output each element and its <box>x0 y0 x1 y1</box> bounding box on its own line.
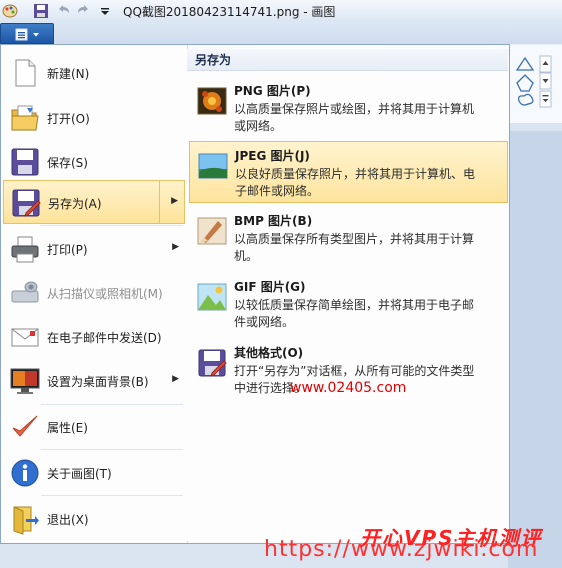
format-name: GIF 图片(G) <box>234 280 306 294</box>
open-folder-icon <box>11 105 39 131</box>
menu-separator <box>41 449 183 450</box>
format-name: 其他格式(O) <box>234 346 304 360</box>
menu-item-print[interactable]: 打印(P) ▶ <box>3 227 185 271</box>
menu-item-label: 退出(X) <box>47 513 89 527</box>
menu-item-label: 另存为(A) <box>48 197 102 211</box>
quick-save-icon[interactable] <box>33 3 49 19</box>
save-as-icon <box>12 189 41 217</box>
format-description: 以良好质量保存照片，并将其用于计算机、电子邮件或网络。 <box>235 167 476 198</box>
menu-item-label: 打开(O) <box>47 112 90 126</box>
paint-app-icon[interactable] <box>2 3 18 19</box>
ribbon-tab-strip <box>0 22 562 44</box>
paint-menu-button[interactable] <box>0 23 54 44</box>
scanner-icon <box>11 281 39 303</box>
menu-item-about[interactable]: 关于画图(T) <box>3 451 185 495</box>
menu-item-label: 从扫描仪或照相机(M) <box>47 287 163 301</box>
email-icon <box>11 328 39 347</box>
menu-item-exit[interactable]: 退出(X) <box>3 497 185 541</box>
redo-icon[interactable] <box>76 3 92 19</box>
floppy-icon <box>11 148 39 176</box>
menu-item-label: 属性(E) <box>47 421 88 435</box>
submenu-arrow-icon: ▶ <box>171 196 178 206</box>
menu-left-pane: 新建(N) 打开(O) 保存(S) 另存为(A) ▶ 打印(P) ▶ 从扫描仪或… <box>1 45 188 543</box>
watermark-site-url: https://www.zjwiki.com <box>264 537 539 562</box>
menu-button-icon <box>15 28 39 41</box>
watermark-url: www.02405.com <box>290 380 407 396</box>
title-bar: QQ截图20180423114741.png - 画图 <box>0 0 562 23</box>
exit-icon <box>13 506 39 535</box>
menu-item-label: 设置为桌面背景(B) <box>47 375 149 389</box>
submenu-title: 另存为 <box>187 49 508 71</box>
menu-item-label: 在电子邮件中发送(D) <box>47 331 162 345</box>
ribbon-footer <box>508 123 562 131</box>
info-icon <box>11 459 39 487</box>
save-as-bmp[interactable]: BMP 图片(B) 以高质量保存所有类型图片，并将其用于计算机。 <box>189 207 508 269</box>
desktop-icon <box>10 368 40 394</box>
application-menu: 新建(N) 打开(O) 保存(S) 另存为(A) ▶ 打印(P) ▶ 从扫描仪或… <box>0 44 510 544</box>
new-file-icon <box>15 59 36 87</box>
menu-item-label: 新建(N) <box>47 67 90 81</box>
submenu-arrow-icon: ▶ <box>172 374 179 384</box>
menu-item-new[interactable]: 新建(N) <box>3 51 185 95</box>
save-as-gif[interactable]: GIF 图片(G) 以较低质量保存简单绘图，并将其用于电子邮件或网络。 <box>189 273 508 335</box>
format-name: BMP 图片(B) <box>234 214 313 228</box>
menu-item-scanner[interactable]: 从扫描仪或照相机(M) <box>3 271 185 315</box>
other-formats-icon <box>198 349 227 377</box>
menu-item-properties[interactable]: 属性(E) <box>3 405 185 449</box>
menu-item-save-as[interactable]: 另存为(A) ▶ <box>3 180 185 224</box>
save-as-jpeg[interactable]: JPEG 图片(J) 以良好质量保存照片，并将其用于计算机、电子邮件或网络。 <box>189 141 508 203</box>
menu-item-set-desktop[interactable]: 设置为桌面背景(B) ▶ <box>3 359 185 403</box>
customize-toolbar-icon[interactable] <box>97 3 113 19</box>
format-name: JPEG 图片(J) <box>235 149 310 163</box>
undo-icon[interactable] <box>55 3 71 19</box>
format-name: PNG 图片(P) <box>234 84 311 98</box>
submenu-arrow-icon: ▶ <box>172 242 179 252</box>
bmp-image-icon <box>197 217 227 245</box>
ribbon-shapes-panel <box>508 45 562 123</box>
jpeg-image-icon <box>198 153 228 179</box>
printer-icon <box>11 236 39 263</box>
png-image-icon <box>197 87 227 115</box>
save-as-submenu: 另存为 PNG 图片(P) 以高质量保存照片或绘图，并将其用于计算机或网络。 J… <box>187 49 508 541</box>
canvas-area[interactable] <box>508 131 562 568</box>
format-description: 以较低质量保存简单绘图，并将其用于电子邮件或网络。 <box>234 298 475 329</box>
checkmark-icon <box>12 415 38 437</box>
shapes-gallery[interactable] <box>515 55 555 115</box>
menu-item-label: 保存(S) <box>47 156 88 170</box>
menu-item-label: 关于画图(T) <box>47 467 112 481</box>
format-description: 以高质量保存所有类型图片，并将其用于计算机。 <box>234 232 475 263</box>
menu-item-save[interactable]: 保存(S) <box>3 140 185 184</box>
save-as-png[interactable]: PNG 图片(P) 以高质量保存照片或绘图，并将其用于计算机或网络。 <box>189 77 508 139</box>
menu-separator <box>41 495 183 496</box>
menu-item-email[interactable]: 在电子邮件中发送(D) <box>3 315 185 359</box>
gif-image-icon <box>197 283 227 311</box>
menu-item-label: 打印(P) <box>47 243 88 257</box>
format-description: 以高质量保存照片或绘图，并将其用于计算机或网络。 <box>234 102 475 133</box>
menu-item-open[interactable]: 打开(O) <box>3 96 185 140</box>
window-title: QQ截图20180423114741.png - 画图 <box>123 5 336 19</box>
menu-separator <box>41 225 183 226</box>
